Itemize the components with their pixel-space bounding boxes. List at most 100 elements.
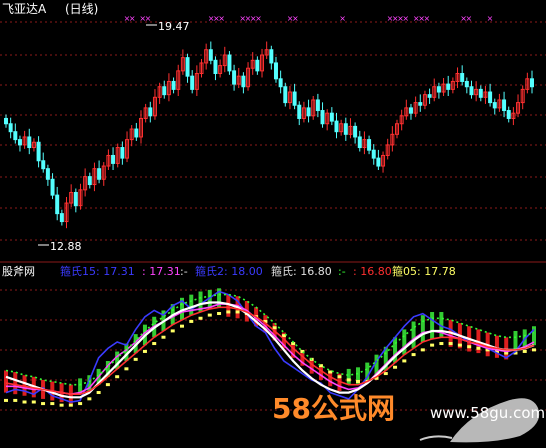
signal-marker: ×: [218, 14, 225, 23]
candle-body: [273, 62, 278, 80]
chart-period: (日线): [65, 2, 98, 16]
yellow-dot: [170, 329, 175, 333]
candle-body: [241, 75, 246, 88]
candle-body: [446, 83, 451, 90]
candle-body: [8, 123, 13, 133]
candle-body: [255, 59, 260, 72]
legend-7: : 16.80: [353, 265, 392, 278]
candle-body: [334, 120, 339, 133]
yellow-dot: [142, 349, 147, 353]
signal-marker: ×: [255, 14, 262, 23]
candle-body: [87, 176, 92, 186]
yellow-dot: [226, 310, 231, 314]
candle-body: [478, 88, 483, 98]
candle-body: [469, 86, 474, 96]
candle-body: [50, 178, 55, 196]
candle-body: [320, 110, 325, 125]
yellow-dot: [189, 319, 194, 323]
watermark-brand: 58公式网: [272, 392, 395, 425]
candle-body: [59, 213, 64, 223]
yellow-dot: [152, 342, 157, 346]
candle-body: [232, 70, 237, 85]
candle-body: [408, 107, 413, 114]
candle-body: [13, 131, 18, 141]
candle-body: [530, 78, 534, 88]
candle-body: [464, 80, 469, 88]
yellow-dot: [161, 335, 166, 339]
histogram-bar: [189, 294, 194, 316]
signal-marker: ×: [292, 14, 299, 23]
candle-body: [283, 86, 288, 104]
candle-body: [36, 141, 41, 162]
yellow-dot: [217, 312, 222, 316]
signal-marker: ×: [423, 14, 430, 23]
candle-body: [357, 136, 362, 149]
candle-body: [55, 194, 60, 215]
candle-body: [148, 107, 153, 117]
yellow-dot: [31, 400, 36, 404]
candle-body: [27, 136, 32, 149]
yellow-dot: [467, 345, 472, 349]
indicator-legend: 箍氏15: 17.31 : 17.31 :- 箍氏2: 18.00 箍氏: 16…: [60, 264, 456, 278]
indicator-line: [6, 303, 535, 396]
candle-body: [376, 157, 381, 167]
candlestick-series: [4, 41, 534, 229]
signal-marker: ×: [339, 14, 346, 23]
candle-body: [329, 112, 334, 122]
candle-body: [367, 139, 372, 151]
signal-marker: ×: [129, 14, 136, 23]
signal-marker: ×: [145, 14, 152, 23]
candle-body: [278, 78, 283, 88]
yellow-dot: [50, 402, 55, 406]
yellow-dot: [133, 357, 138, 361]
candle-body: [4, 117, 8, 125]
yellow-dot: [448, 342, 453, 346]
yellow-dot: [13, 398, 18, 402]
candle-body: [297, 104, 302, 119]
legend-3: :-: [180, 265, 188, 278]
chart-canvas: ×× ×× ××× ×××× ×× × ×××× ××× ×× × 飞亚达A (日线) 19.47…: [0, 2, 546, 411]
yellow-dot: [328, 370, 333, 374]
candle-body: [111, 154, 116, 164]
yellow-dot: [124, 367, 129, 371]
candle-body: [97, 168, 102, 180]
yellow-dot: [383, 372, 388, 376]
candle-body: [460, 73, 465, 82]
yellow-dot: [105, 383, 110, 387]
chart-title: 飞亚达A: [2, 2, 47, 16]
histogram-bar: [13, 372, 18, 395]
signal-marker: ×: [402, 14, 409, 23]
histogram-bar: [318, 365, 323, 380]
candle-body: [213, 59, 218, 75]
candle-body: [292, 91, 297, 106]
candle-body: [185, 57, 190, 77]
yellow-dot: [522, 349, 527, 353]
candle-body: [120, 147, 125, 159]
yellow-dot: [59, 403, 64, 407]
candle-body: [492, 102, 497, 109]
yellow-dot: [235, 310, 240, 314]
legend-5: 箍氏: 16.80: [271, 264, 332, 278]
watermark-url: www.58gu.com: [430, 404, 545, 422]
candle-body: [371, 149, 376, 159]
legend-4: 箍氏2: 18.00: [195, 264, 263, 278]
histogram-bar: [411, 321, 416, 349]
candle-body: [506, 110, 511, 119]
candle-body: [353, 125, 358, 138]
signal-marker: ×: [466, 14, 473, 23]
low-annotation: 12.88: [38, 240, 82, 253]
candle-body: [418, 102, 423, 106]
candle-body: [227, 54, 232, 72]
yellow-dot: [337, 375, 342, 379]
candle-body: [171, 80, 176, 90]
histogram-bar: [430, 312, 435, 339]
yellow-dot: [476, 346, 481, 350]
yellow-dot: [207, 313, 212, 317]
legend-1: 箍氏15: 17.31: [60, 264, 135, 278]
candle-body: [134, 128, 139, 138]
histogram-bar: [4, 370, 8, 393]
histogram-bar: [513, 330, 518, 350]
candle-body: [343, 123, 348, 135]
candle-body: [315, 99, 320, 112]
candle-body: [190, 75, 195, 90]
